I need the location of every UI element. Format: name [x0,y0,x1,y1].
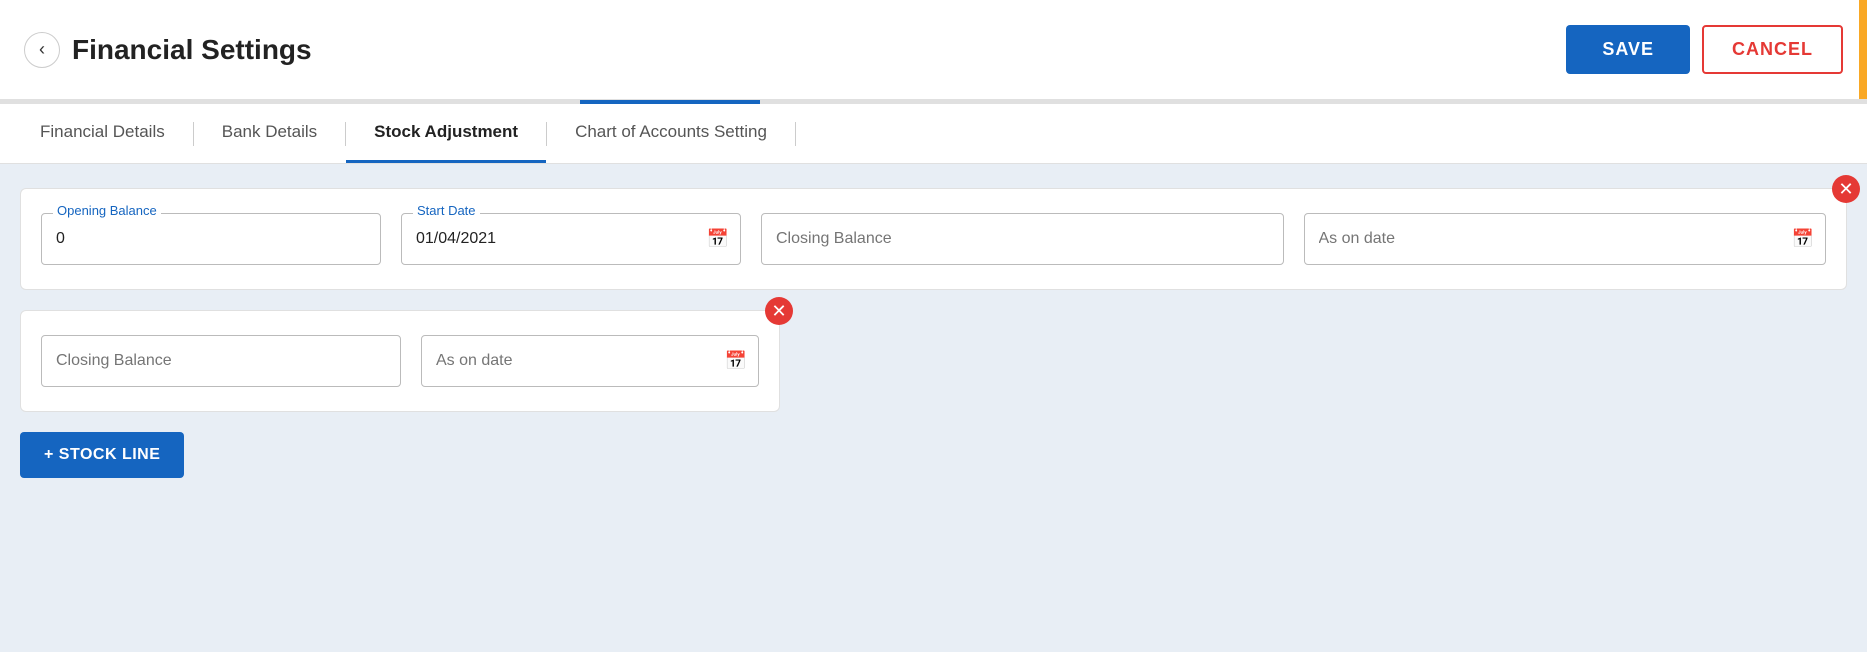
main-content: ✕ Opening Balance Start Date 📅 📅 [0,164,1867,644]
as-on-date-input-1[interactable] [1304,213,1827,265]
card-2: ✕ 📅 [20,310,780,412]
close-card-2-button[interactable]: ✕ [765,297,793,325]
opening-balance-label: Opening Balance [53,203,161,218]
as-on-date-field-1: 📅 [1304,213,1827,265]
tab-divider-4 [795,122,796,146]
start-date-field: Start Date 📅 [401,213,741,265]
page-title: Financial Settings [72,34,312,66]
tab-chart-of-accounts[interactable]: Chart of Accounts Setting [547,104,795,163]
header: ‹ Financial Settings SAVE CANCEL [0,0,1867,100]
cancel-button[interactable]: CANCEL [1702,25,1843,74]
as-on-date-field-2: 📅 [421,335,759,387]
closing-balance-input-1[interactable] [761,213,1284,265]
tabs-bar: Financial Details Bank Details Stock Adj… [0,104,1867,164]
tab-bank-details[interactable]: Bank Details [194,104,345,163]
opening-balance-input[interactable] [41,213,381,265]
card-1-row: Opening Balance Start Date 📅 📅 [41,213,1826,265]
closing-balance-field-1 [761,213,1284,265]
as-on-date-input-2[interactable] [421,335,759,387]
right-accent [1859,0,1867,99]
card-2-row: 📅 [41,335,759,387]
card-1: ✕ Opening Balance Start Date 📅 📅 [20,188,1847,290]
start-date-input[interactable] [401,213,741,265]
header-left: ‹ Financial Settings [24,32,312,68]
add-stock-line-button[interactable]: + STOCK LINE [20,432,184,478]
opening-balance-field: Opening Balance [41,213,381,265]
start-date-label: Start Date [413,203,480,218]
header-right: SAVE CANCEL [1566,25,1843,74]
back-button[interactable]: ‹ [24,32,60,68]
save-button[interactable]: SAVE [1566,25,1690,74]
closing-balance-input-2[interactable] [41,335,401,387]
close-card-1-button[interactable]: ✕ [1832,175,1860,203]
tab-stock-adjustment[interactable]: Stock Adjustment [346,104,546,163]
closing-balance-field-2 [41,335,401,387]
tab-financial-details[interactable]: Financial Details [12,104,193,163]
